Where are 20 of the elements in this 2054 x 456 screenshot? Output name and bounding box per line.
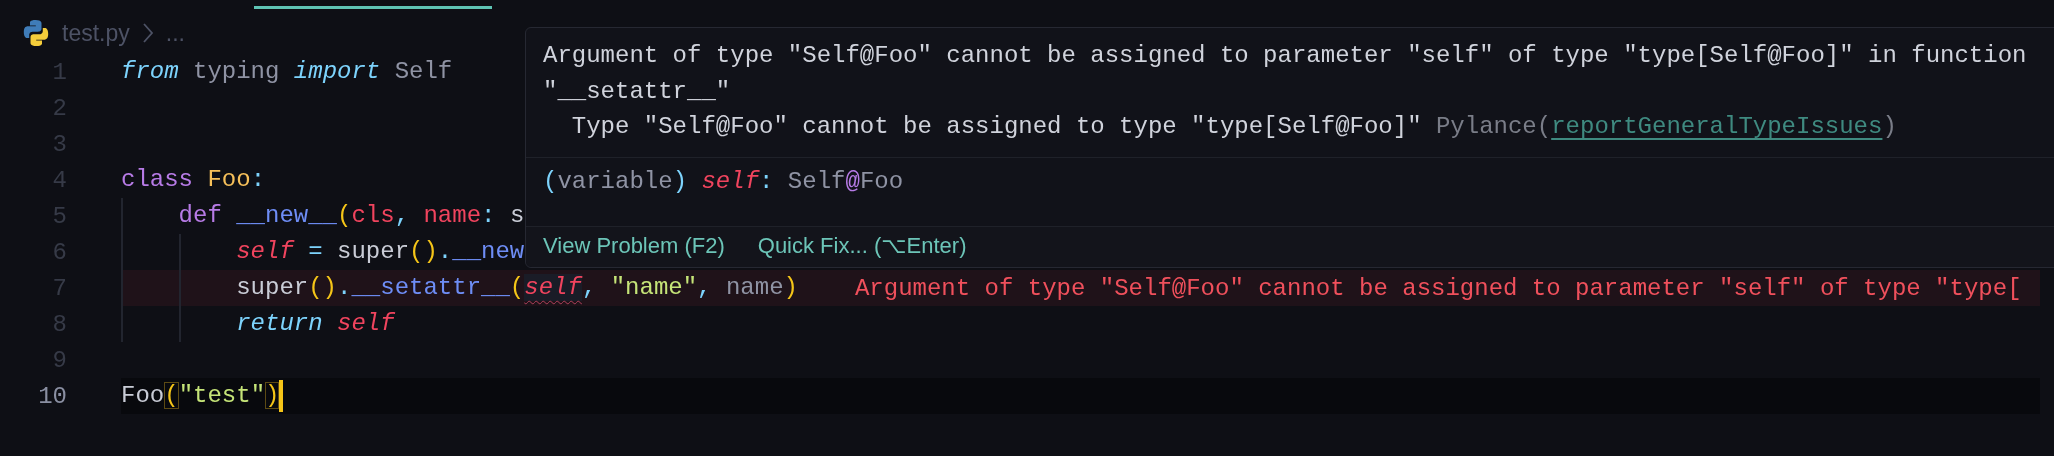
code-line: super().__setattr__(self, "name", name) <box>236 273 798 303</box>
code-line: Foo("test") <box>121 381 280 411</box>
chevron-right-icon <box>141 22 154 44</box>
text-cursor <box>279 380 284 412</box>
code-line: return self <box>236 309 395 339</box>
code-line: self = super().__new <box>236 237 525 267</box>
inline-error: Argument of type "Self@Foo" cannot be assigned to parameter "self" of type "type[ <box>854 274 2022 302</box>
code-line: def __new__(cls, name: s <box>178 201 525 231</box>
rule-link[interactable]: reportGeneralTypeIssues <box>1551 113 1883 140</box>
code-line: from typing import Self <box>121 57 453 87</box>
breadcrumb-more[interactable]: ... <box>165 19 185 47</box>
line-number: 10 <box>37 382 67 410</box>
hover-action-link[interactable]: Quick Fix... (⌥Enter) <box>757 231 967 261</box>
breadcrumb-file[interactable]: test.py <box>62 19 130 47</box>
type-signature: (variable) self: Self@Foo <box>543 166 905 197</box>
error-detail: Type "Self@Foo" cannot be assigned to type "type[Self@Foo]" Pylance(reportGeneralTypeIssues) <box>570 112 1898 142</box>
hover-action-link[interactable]: View Problem (F2) <box>543 231 725 261</box>
code-line: class Foo: <box>121 165 266 195</box>
python-icon <box>22 19 50 47</box>
error-message: Argument of type "Self@Foo" cannot be assigned to parameter "self" of type "type[Self@Foo]" in function "__setattr__" <box>543 41 2028 107</box>
